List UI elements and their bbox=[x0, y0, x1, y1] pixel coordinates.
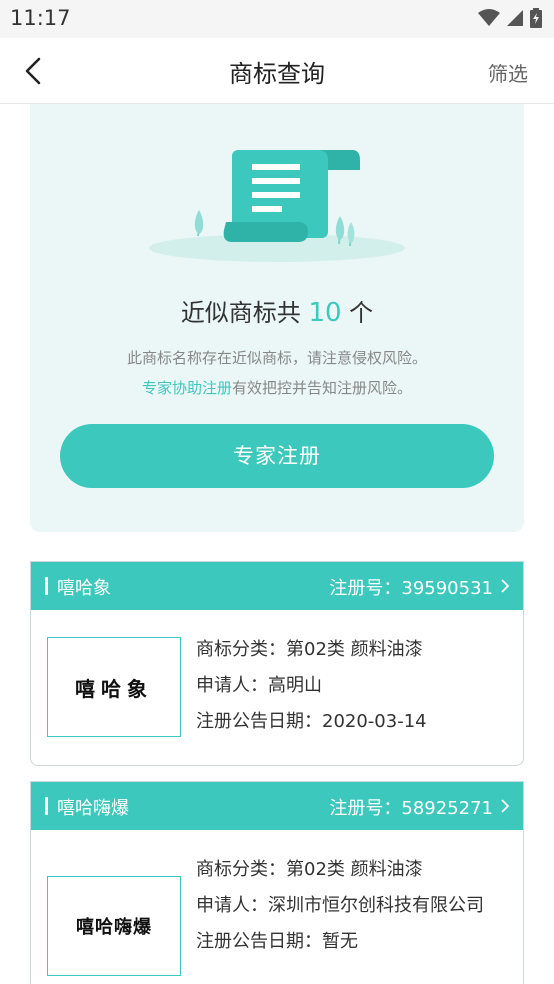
trademark-logo-image: 嘻哈嗨爆 bbox=[47, 876, 181, 976]
trademark-category: 商标分类：第02类 颜料油漆 bbox=[196, 859, 423, 880]
wifi-icon bbox=[478, 9, 500, 26]
trademark-name: 嘻哈嗨爆 bbox=[57, 798, 129, 819]
status-time: 11:17 bbox=[10, 6, 71, 30]
trademark-result-card[interactable]: 嘻哈嗨爆 注册号：58925271 嘻哈嗨爆 商标分类：第02类 颜料油漆 申请… bbox=[30, 781, 524, 984]
trademark-announcement-date: 注册公告日期：2020-03-14 bbox=[196, 711, 427, 732]
header-accent-bar bbox=[45, 797, 48, 815]
expert-register-button[interactable]: 专家注册 bbox=[60, 424, 494, 488]
status-icons bbox=[478, 8, 542, 28]
registration-number: 注册号：58925271 bbox=[329, 794, 493, 820]
registration-label: 注册号： bbox=[329, 798, 402, 819]
headline-prefix: 近似商标共 bbox=[180, 299, 309, 327]
similar-count: 10 bbox=[308, 298, 342, 328]
similar-count-headline: 近似商标共 10 个 bbox=[30, 293, 524, 328]
trademark-applicant: 申请人：深圳市恒尔创科技有限公司 bbox=[196, 895, 484, 916]
trademark-logo-image: 嘻哈象 bbox=[47, 637, 181, 737]
trademark-card-header[interactable]: 嘻哈象 注册号：39590531 bbox=[31, 562, 523, 610]
chevron-right-icon bbox=[501, 579, 510, 593]
header-accent-bar bbox=[45, 577, 48, 595]
status-bar: 11:17 bbox=[0, 0, 554, 38]
trademark-details: 商标分类：第02类 颜料油漆 申请人：深圳市恒尔创科技有限公司 注册公告日期：暂… bbox=[196, 852, 506, 960]
registration-value: 58925271 bbox=[401, 798, 493, 819]
trademark-name: 嘻哈象 bbox=[57, 578, 111, 599]
trademark-result-card[interactable]: 嘻哈象 注册号：39590531 嘻哈象 商标分类：第02类 颜料油漆 申请人：… bbox=[30, 561, 524, 766]
chevron-right-icon bbox=[501, 799, 510, 813]
registration-number: 注册号：39590531 bbox=[329, 574, 493, 600]
registration-label: 注册号： bbox=[329, 578, 402, 599]
expert-assist-link[interactable]: 专家协助注册 bbox=[142, 379, 232, 397]
expert-help-text: 专家协助注册有效把控并告知注册风险。 bbox=[30, 377, 524, 398]
trademark-announcement-date: 注册公告日期：暂无 bbox=[196, 931, 358, 952]
nav-bar: 商标查询 筛选 bbox=[0, 38, 554, 104]
trademark-details: 商标分类：第02类 颜料油漆 申请人：高明山 注册公告日期：2020-03-14 bbox=[196, 632, 506, 740]
headline-suffix: 个 bbox=[341, 299, 374, 327]
cell-signal-icon bbox=[507, 10, 523, 26]
expert-help-rest: 有效把控并告知注册风险。 bbox=[232, 379, 413, 397]
registration-value: 39590531 bbox=[401, 578, 493, 599]
page-title: 商标查询 bbox=[229, 60, 325, 88]
similar-summary-panel: 近似商标共 10 个 此商标名称存在近似商标，请注意侵权风险。 专家协助注册有效… bbox=[30, 104, 524, 532]
document-scroll-illustration bbox=[149, 150, 405, 262]
trademark-applicant: 申请人：高明山 bbox=[196, 675, 322, 696]
filter-button[interactable]: 筛选 bbox=[488, 58, 528, 87]
trademark-card-header[interactable]: 嘻哈嗨爆 注册号：58925271 bbox=[31, 782, 523, 830]
trademark-category: 商标分类：第02类 颜料油漆 bbox=[196, 639, 423, 660]
battery-icon bbox=[530, 8, 542, 28]
risk-warning-text: 此商标名称存在近似商标，请注意侵权风险。 bbox=[126, 349, 427, 367]
